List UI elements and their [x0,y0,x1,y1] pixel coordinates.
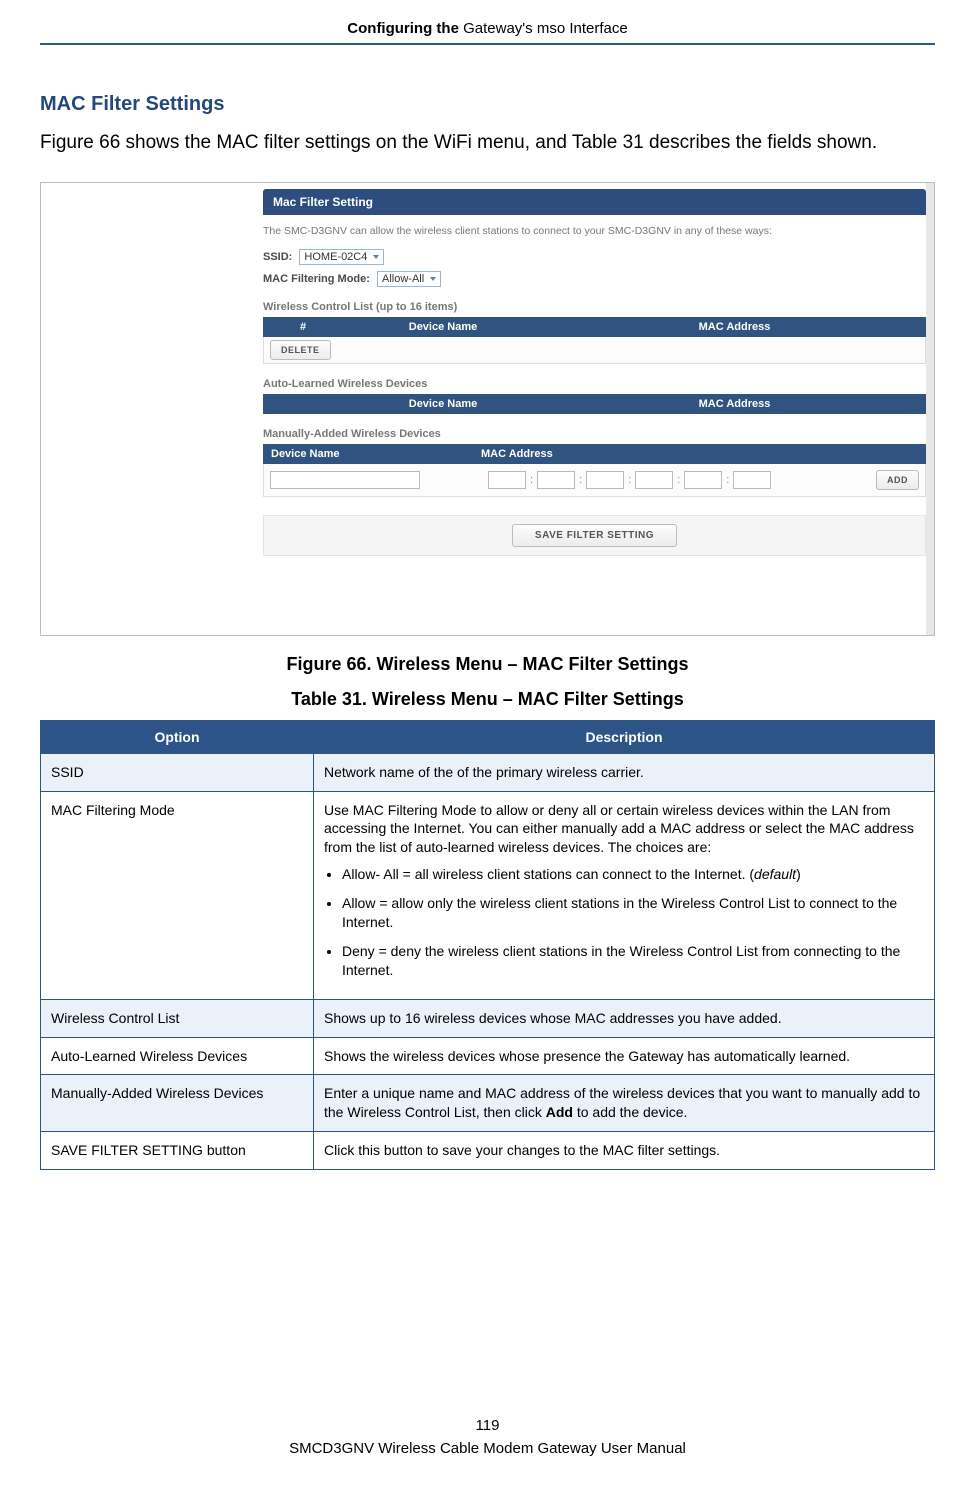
mac-colon-5-icon: : [726,474,729,486]
mac-colon-4-icon: : [677,474,680,486]
th-option: Option [41,720,314,753]
mac-oct-5-input[interactable] [684,471,722,489]
desc-auto: Shows the wireless devices whose presenc… [314,1037,935,1075]
table-row: Auto-Learned Wireless Devices Shows the … [41,1037,935,1075]
opt-ssid: SSID [41,753,314,791]
auto-heading: Auto-Learned Wireless Devices [263,378,926,390]
table-row: SSID Network name of the of the primary … [41,753,935,791]
manual-col-name: Device Name [263,444,473,464]
add-button[interactable]: ADD [876,470,919,490]
table-caption: Table 31. Wireless Menu – MAC Filter Set… [40,689,935,710]
table-row: Manually-Added Wireless Devices Enter a … [41,1075,935,1132]
wcl-heading: Wireless Control List (up to 16 items) [263,301,926,313]
screenshot-figure: Mac Filter Setting The SMC-D3GNV can all… [40,182,935,636]
panel-description: The SMC-D3GNV can allow the wireless cli… [263,225,926,237]
header-suffix: Gateway's mso Interface [463,20,628,37]
mac-oct-3-input[interactable] [586,471,624,489]
table-row: MAC Filtering Mode Use MAC Filtering Mod… [41,791,935,999]
mac-oct-2-input[interactable] [537,471,575,489]
mac-oct-1-input[interactable] [488,471,526,489]
list-item: Allow = allow only the wireless client s… [342,894,924,932]
mode-select[interactable]: Allow-All [377,271,441,287]
save-filter-button[interactable]: SAVE FILTER SETTING [512,524,677,547]
mac-oct-4-input[interactable] [635,471,673,489]
manual-input-row: : : : : : ADD [263,464,926,497]
device-name-input[interactable] [270,471,420,489]
desc-mode-list: Allow- All = all wireless client station… [324,865,924,979]
delete-button[interactable]: DELETE [270,340,331,360]
opt-manual: Manually-Added Wireless Devices [41,1075,314,1132]
manual-col-mac: MAC Address [473,444,926,464]
desc-mode-intro: Use MAC Filtering Mode to allow or deny … [324,802,914,856]
desc-ssid: Network name of the of the primary wirel… [314,753,935,791]
ssid-label: SSID: [263,251,292,263]
running-header: Configuring the Gateway's mso Interface [40,20,935,37]
desc-wcl: Shows up to 16 wireless devices whose MA… [314,999,935,1037]
save-row: SAVE FILTER SETTING [263,515,926,556]
header-rule [40,43,935,45]
mac-colon-3-icon: : [628,474,631,486]
wcl-header-row: # Device Name MAC Address [263,317,926,337]
section-title: MAC Filter Settings [40,93,935,116]
panel-title: Mac Filter Setting [263,189,926,215]
mac-oct-6-input[interactable] [733,471,771,489]
ssid-select[interactable]: HOME-02C4 [299,249,384,265]
wcl-col-idx: # [263,321,343,333]
ssid-row: SSID: HOME-02C4 [263,249,926,265]
desc-manual: Enter a unique name and MAC address of t… [314,1075,935,1132]
wcl-col-mac: MAC Address [543,321,926,333]
table-row: SAVE FILTER SETTING button Click this bu… [41,1132,935,1170]
auto-col-mac: MAC Address [543,398,926,410]
auto-col-spacer [263,398,343,410]
table-row: Wireless Control List Shows up to 16 wir… [41,999,935,1037]
page-footer: 119 SMCD3GNV Wireless Cable Modem Gatewa… [0,1415,975,1460]
product-name: SMCD3GNV Wireless Cable Modem Gateway Us… [0,1438,975,1461]
list-item: Allow- All = all wireless client station… [342,865,924,884]
desc-save: Click this button to save your changes t… [314,1132,935,1170]
mode-row: MAC Filtering Mode: Allow-All [263,271,926,287]
page-number: 119 [0,1415,975,1438]
th-description: Description [314,720,935,753]
opt-save: SAVE FILTER SETTING button [41,1132,314,1170]
figure-caption: Figure 66. Wireless Menu – MAC Filter Se… [40,654,935,675]
opt-mode: MAC Filtering Mode [41,791,314,999]
wcl-col-name: Device Name [343,321,543,333]
mode-label: MAC Filtering Mode: [263,273,370,285]
list-item: Deny = deny the wireless client stations… [342,942,924,980]
mac-colon-1-icon: : [530,474,533,486]
mac-colon-2-icon: : [579,474,582,486]
auto-header-row: Device Name MAC Address [263,394,926,414]
auto-col-name: Device Name [343,398,543,410]
screenshot-scrollbar [926,183,934,635]
header-prefix: Configuring the [347,20,463,37]
intro-paragraph: Figure 66 shows the MAC filter settings … [40,130,935,156]
desc-mode: Use MAC Filtering Mode to allow or deny … [314,791,935,999]
screenshot-left-gutter [41,183,263,635]
wcl-delete-row: DELETE [263,337,926,364]
opt-auto: Auto-Learned Wireless Devices [41,1037,314,1075]
manual-heading: Manually-Added Wireless Devices [263,428,926,440]
manual-header-row: Device Name MAC Address [263,444,926,464]
opt-wcl: Wireless Control List [41,999,314,1037]
mac-filter-panel: Mac Filter Setting The SMC-D3GNV can all… [263,189,926,556]
description-table: Option Description SSID Network name of … [40,720,935,1170]
